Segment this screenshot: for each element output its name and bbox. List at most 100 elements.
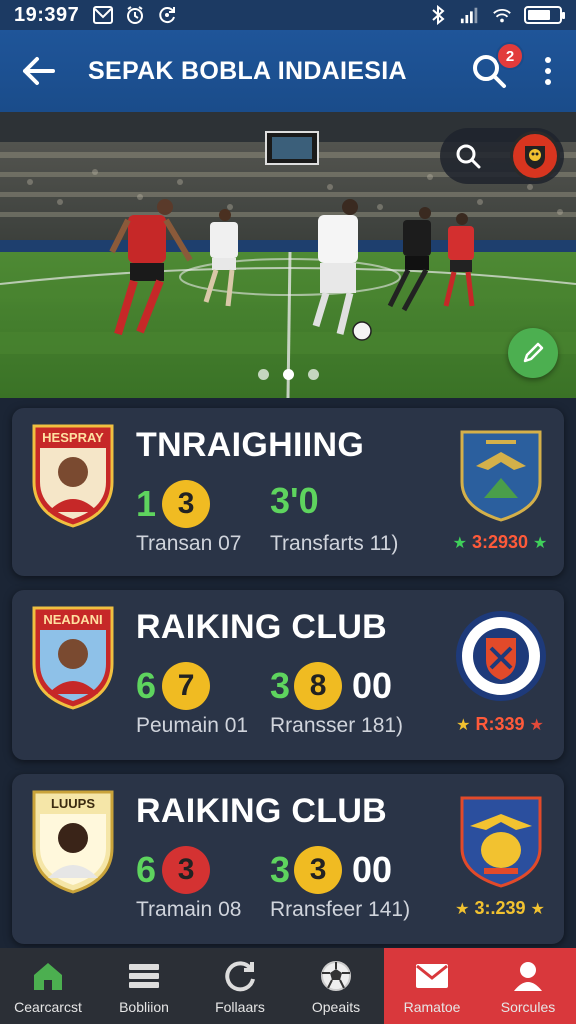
carousel-dot[interactable] [307,369,319,380]
carousel-dot[interactable] [282,369,294,380]
score-group-left: 6 3 [136,846,211,894]
player-shield-badge: LUUPS [32,790,114,894]
status-bar: 19:397 [0,0,576,30]
sync-icon [157,5,177,25]
nav-label: Follaars [215,998,265,1015]
star-icon: ★ [529,716,544,734]
star-icon: ★ [533,534,548,552]
card-subtitle-right: Rransser 181) [270,714,404,737]
card-subtitle-right: Transfarts 11) [270,532,399,555]
score-circle: 8 [294,662,343,710]
bottom-navigation: Cearcarcst Bobliion Follaars Opeaits Ram… [0,948,576,1024]
home-icon [30,958,66,994]
player-shield-badge: HESPRAY [32,424,114,528]
back-button[interactable] [18,51,58,91]
score-circle: 7 [162,662,211,710]
list-icon [126,958,162,994]
score-value: 6 [136,849,157,890]
club-card[interactable]: HESPRAY TNRAIGHIING 1 3 3'0 Transan 07 T… [12,408,564,576]
nav-label: Opeaits [311,998,361,1015]
club-card[interactable]: NEADANI RAIKING CLUB 6 7 3 8 00 Peumain … [12,590,564,760]
refresh-icon [222,958,258,994]
rating-value: R:339 [475,714,525,734]
player-shield-badge: NEADANI [32,606,114,710]
battery-icon [524,6,565,24]
carousel-dots [0,369,576,380]
star-icon: ★ [455,900,470,918]
score-circle: 3 [162,846,211,894]
score-group-right: 3'0 [270,480,319,522]
club-logo[interactable] [510,131,560,181]
score-value: 1 [136,483,157,524]
score-group-right: 3 8 00 [270,662,392,710]
hero-search-pill [440,128,564,184]
score-group-left: 6 7 [136,662,211,710]
nav-item-list[interactable]: Bobliion [96,948,192,1024]
nav-item-matches[interactable]: Opeaits [288,948,384,1024]
hero-search-button[interactable] [452,140,484,172]
notification-badge: 2 [496,42,524,70]
more-options-button[interactable] [538,51,558,91]
score-value: 6 [136,665,157,706]
more-dot [545,79,551,85]
carousel-dot[interactable] [257,369,269,380]
score-value: 3 [270,849,291,890]
card-title: TNRAIGHIING [136,426,365,464]
score-circle: 3 [162,480,211,528]
card-subtitle-left: Transan 07 [136,532,242,555]
score-circle: 3 [294,846,343,894]
card-subtitle-left: Peumain 01 [136,714,249,737]
arrow-left-icon [23,57,55,85]
card-title: RAIKING CLUB [136,792,388,830]
nav-label: Sorcules [500,998,556,1015]
bluetooth-icon [428,5,448,25]
score-group-left: 1 3 [136,480,211,528]
card-subtitle-left: Tramain 08 [136,898,242,921]
edit-fab-button[interactable] [508,328,558,378]
score-extra: 00 [352,849,393,890]
star-icon: ★ [456,716,471,734]
nav-label: Bobliion [119,998,169,1015]
alarm-icon [125,5,145,25]
rating-value: 3:.239 [474,898,526,918]
shield-label: HESPRAY [42,430,104,445]
search-icon [456,144,481,169]
nav-item-followers[interactable]: Follaars [192,948,288,1024]
soccer-ball-icon [318,958,354,994]
nav-item-profile[interactable]: Sorcules [480,948,576,1024]
card-title: RAIKING CLUB [136,608,388,646]
score-value: 3 [270,665,291,706]
score-value: 3'0 [270,480,319,521]
hero-banner[interactable] [0,112,576,398]
wifi-icon [492,5,512,25]
page-title: SEPAK BOBLA INDAIESIA [88,56,407,85]
mail-icon [93,5,114,25]
nav-item-home[interactable]: Cearcarcst [0,948,96,1024]
club-card[interactable]: LUUPS RAIKING CLUB 6 3 3 3 00 Tramain 08… [12,774,564,944]
envelope-icon [414,958,450,994]
rating: ★ 3:.239 ★ [450,898,550,919]
nav-label: Cearcarcst [14,998,82,1015]
status-time: 19:397 [14,3,80,26]
pencil-icon [523,342,544,363]
score-group-right: 3 3 00 [270,846,392,894]
more-dot [545,57,551,63]
user-icon [510,958,546,994]
shield-label: LUUPS [51,796,95,811]
star-icon: ★ [530,900,545,918]
app-bar: SEPAK BOBLA INDAIESIA 2 [0,30,576,112]
rating-value: 3:2930 [471,532,529,552]
star-icon: ★ [452,534,467,552]
search-button[interactable]: 2 [468,42,524,92]
club-crest [460,796,542,888]
club-crest [456,611,546,701]
nav-item-messages[interactable]: Ramatoe [384,948,480,1024]
card-subtitle-right: Rransfeer 141) [270,898,411,921]
more-dot [545,68,551,74]
rating: ★ R:339 ★ [450,714,550,735]
club-crest-icon [525,146,545,169]
shield-label: NEADANI [43,612,102,627]
club-crest [460,430,542,522]
rating: ★ 3:2930 ★ [450,532,550,553]
nav-label: Ramatoe [403,998,461,1015]
